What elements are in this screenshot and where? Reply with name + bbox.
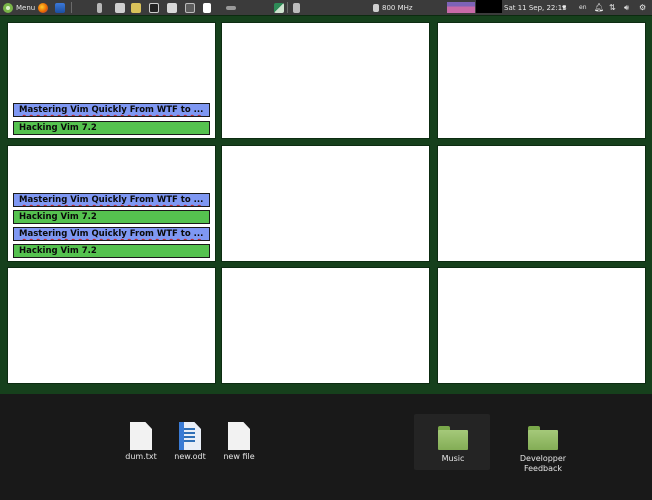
desktop-folder-music[interactable]: Music — [418, 426, 488, 464]
files-icon — [131, 2, 141, 13]
odt-document-icon — [179, 422, 201, 450]
keyboard-layout-label: en — [579, 4, 587, 11]
datetime-label: Sat 11 Sep, 22:13 — [504, 3, 567, 12]
bell-icon: 🔔︎ — [594, 3, 605, 12]
window-mastering-vim[interactable]: Mastering Vim Quickly From WTF to ... — [13, 103, 210, 117]
window-icon — [149, 2, 159, 13]
app-grid-icon — [167, 2, 177, 13]
workspace-8[interactable] — [221, 267, 430, 384]
panel-app-2[interactable] — [115, 2, 125, 13]
panel-app-3[interactable] — [131, 2, 141, 13]
car-icon — [115, 2, 125, 13]
workspace-9[interactable] — [437, 267, 646, 384]
firefox-launcher[interactable] — [38, 2, 48, 13]
volume-applet[interactable]: 🔊︎ — [624, 2, 629, 13]
workspace-grid: Mastering Vim Quickly From WTF to ... Ha… — [0, 15, 652, 395]
workspace-7[interactable] — [7, 267, 216, 384]
panel-app-1[interactable] — [97, 2, 102, 13]
workspace-5[interactable] — [221, 145, 430, 262]
firefox-icon — [38, 2, 48, 13]
network-icon: ⇅ — [609, 3, 616, 12]
mint-logo-icon — [3, 2, 13, 13]
window-hacking-vim[interactable]: Hacking Vim 7.2 — [13, 244, 210, 258]
window-mastering-vim[interactable]: Mastering Vim Quickly From WTF to ... — [13, 227, 210, 241]
blank-doc-icon — [203, 2, 211, 13]
clock-dropdown[interactable]: ▾ — [562, 2, 566, 13]
folder-icon — [528, 426, 558, 450]
panel-separator — [71, 2, 72, 13]
panel-app-7[interactable] — [203, 2, 211, 13]
window-hacking-vim[interactable]: Hacking Vim 7.2 — [13, 210, 210, 224]
blank-file-icon — [228, 422, 250, 450]
window-mastering-vim[interactable]: Mastering Vim Quickly From WTF to ... — [13, 193, 210, 207]
workspace-3[interactable] — [437, 22, 646, 139]
desktop-file-new-file[interactable]: new file — [204, 422, 274, 462]
panel-app-5[interactable] — [167, 2, 177, 13]
workspace-4[interactable]: Mastering Vim Quickly From WTF to ... Ha… — [7, 145, 216, 262]
folder-icon — [438, 426, 468, 450]
folder-label: Music — [441, 454, 465, 463]
panel-app-10[interactable] — [293, 2, 300, 13]
gear-icon: ⚙ — [639, 3, 647, 12]
chip-icon — [373, 3, 379, 12]
panel-app-9[interactable] — [274, 2, 284, 13]
menu-button[interactable]: Menu — [3, 2, 35, 13]
panel-app-8[interactable] — [226, 2, 236, 13]
black-applet[interactable] — [476, 0, 502, 13]
cpu-freq-applet[interactable]: 800 MHz — [373, 2, 413, 13]
folder-label: Developper Feedback — [519, 454, 567, 473]
thunderbird-launcher[interactable] — [55, 2, 65, 13]
panel-app-6[interactable] — [185, 2, 195, 13]
desktop-folder-developper-feedback[interactable]: Developper Feedback — [508, 426, 578, 474]
usb-icon — [226, 5, 236, 10]
dropdown-arrow-icon: ▾ — [562, 3, 567, 12]
black-box — [476, 0, 502, 13]
mail-icon — [55, 2, 65, 13]
settings-applet[interactable]: ⚙ — [639, 2, 646, 13]
clock-applet[interactable]: Sat 11 Sep, 22:13 — [504, 2, 567, 13]
text-file-icon — [130, 422, 152, 450]
workspace-1[interactable]: Mastering Vim Quickly From WTF to ... Ha… — [7, 22, 216, 139]
menu-label: Menu — [16, 3, 36, 12]
top-panel: Menu 800 MHz Sat 11 Sep, 22:13 ▾ en 🔔︎ ⇅… — [0, 0, 652, 15]
panel-separator — [287, 2, 288, 13]
vim-icon — [274, 2, 284, 13]
monitor-icon — [185, 2, 195, 13]
terminal-icon — [97, 2, 102, 13]
file-label: new file — [223, 452, 255, 461]
network-applet[interactable]: ⇅ — [609, 2, 616, 13]
workspace-2[interactable] — [221, 22, 430, 139]
system-monitor-graph[interactable] — [447, 2, 475, 13]
panel-app-4[interactable] — [149, 2, 159, 13]
cpu-freq-label: 800 MHz — [382, 3, 413, 12]
cpu-graph — [447, 2, 475, 13]
notifications-applet[interactable]: 🔔︎ — [594, 2, 604, 13]
volume-icon: 🔊︎ — [624, 2, 630, 12]
calculator-icon — [293, 2, 300, 13]
window-hacking-vim[interactable]: Hacking Vim 7.2 — [13, 121, 210, 135]
workspace-6[interactable] — [437, 145, 646, 262]
keyboard-layout[interactable]: en — [579, 2, 587, 13]
